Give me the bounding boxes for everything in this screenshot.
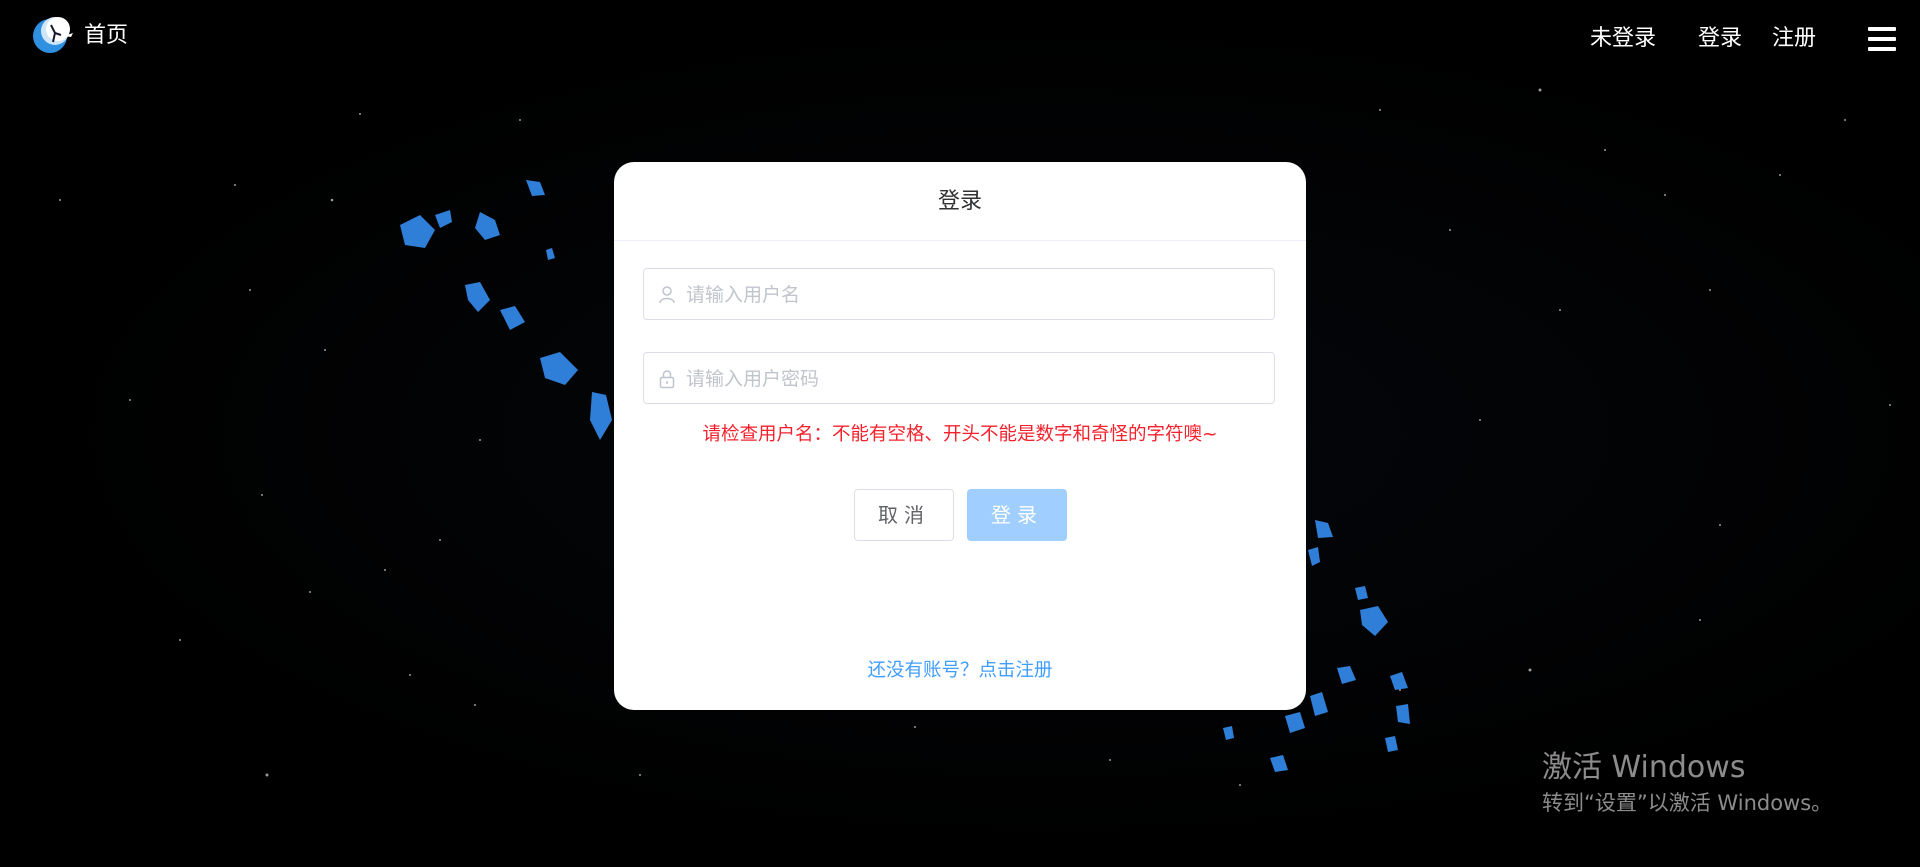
cancel-button[interactable]: 取消 <box>854 489 954 541</box>
user-icon <box>659 286 675 304</box>
top-navigation-bar: 首页 未登录 登录 注册 <box>0 0 1920 78</box>
menu-bar-line <box>1868 37 1896 41</box>
menu-bar-line <box>1868 47 1896 51</box>
username-error-message: 请检查用户名：不能有空格、开头不能是数字和奇怪的字符噢~ <box>702 424 1218 445</box>
windows-activation-watermark: 激活 Windows 转到“设置”以激活 Windows。 <box>1542 748 1832 818</box>
lock-icon <box>659 370 675 389</box>
menu-bar-line <box>1868 27 1896 31</box>
home-label: 首页 <box>84 23 129 48</box>
register-link[interactable]: 还没有账号？点击注册 <box>614 656 1306 682</box>
password-input[interactable] <box>684 353 1268 405</box>
login-dialog-title: 登录 <box>614 162 1306 241</box>
watermark-title: 激活 Windows <box>1542 750 1746 785</box>
watermark-subtitle: 转到“设置”以激活 Windows。 <box>1542 791 1833 815</box>
login-status-text: 未登录 <box>1589 26 1656 51</box>
hamburger-menu-icon[interactable] <box>1868 27 1896 51</box>
login-button[interactable]: 登录 <box>967 489 1067 541</box>
nav-register-link[interactable]: 注册 <box>1772 20 1816 58</box>
nav-login-link[interactable]: 登录 <box>1698 20 1742 58</box>
moon-logo-icon <box>33 17 73 53</box>
password-field[interactable] <box>643 352 1275 405</box>
username-input[interactable] <box>684 269 1268 321</box>
home-link[interactable]: 首页 <box>30 16 128 56</box>
username-field[interactable] <box>643 268 1275 321</box>
login-dialog: 登录 请检查用户名：不能有空格、开头不能是数字和奇怪的字符噢~ 取消 登录 还没… <box>614 162 1306 710</box>
nav-right-group: 未登录 登录 注册 <box>1590 20 1920 58</box>
